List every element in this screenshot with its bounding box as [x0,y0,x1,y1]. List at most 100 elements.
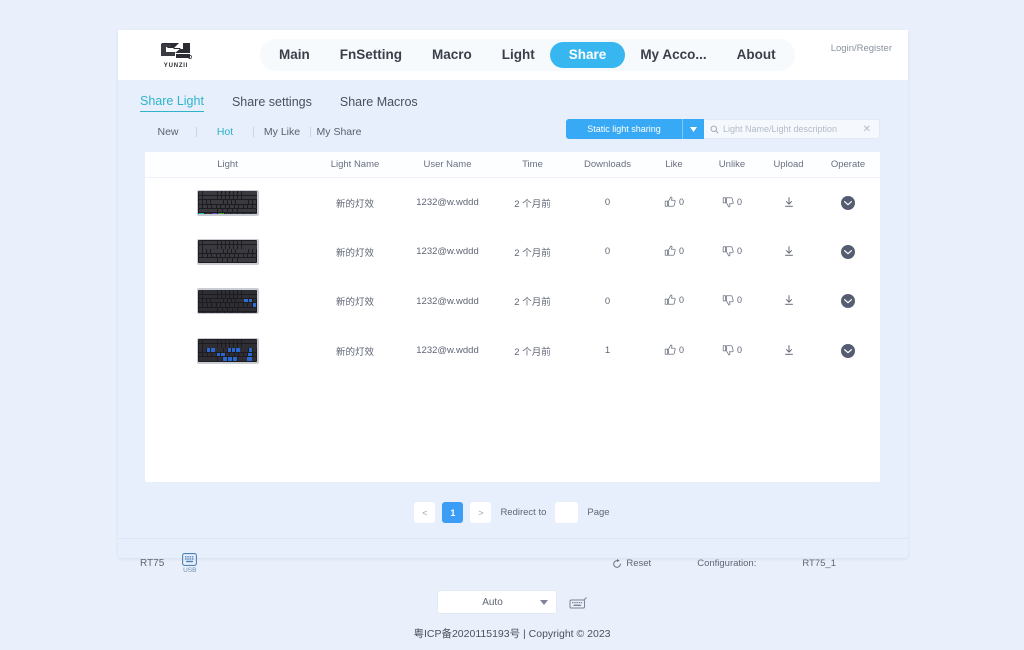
app-panel: YUNZII Main FnSetting Macro Light Share … [118,30,908,574]
thumbs-up-icon[interactable] [664,294,676,306]
keyboard-thumbnail[interactable] [196,189,259,216]
app-header: YUNZII Main FnSetting Macro Light Share … [118,30,908,80]
cell-upload[interactable] [761,326,816,376]
cell-like[interactable]: 0 [645,227,703,277]
nav-item-fnsetting[interactable]: FnSetting [325,42,417,68]
like-control[interactable]: 0 [664,196,684,208]
share-light-table-card: Light Light Name User Name Time Download… [145,152,880,482]
cell-unlike[interactable]: 0 [703,178,761,228]
pagination-prev-button[interactable]: < [414,502,436,523]
check-circle-icon[interactable] [841,244,855,259]
column-header-unlike: Unlike [703,152,761,178]
pagination-next-button[interactable]: > [470,502,492,523]
table-row[interactable]: 新的灯效 1232@w.wddd 2 个月前 0 0 0 [145,178,880,228]
download-icon[interactable] [783,196,795,208]
tab-share-light[interactable]: Share Light [140,94,204,112]
connection-indicator[interactable]: USB [182,553,198,574]
table-row[interactable]: 新的灯效 1232@w.wddd 2 个月前 1 0 0 [145,326,880,376]
tab-share-settings[interactable]: Share settings [232,95,312,112]
nav-item-my-account[interactable]: My Acco... [625,42,721,68]
thumbs-down-icon[interactable] [722,196,734,208]
unlike-count: 0 [736,196,742,207]
column-header-downloads: Downloads [570,152,645,178]
cell-operate[interactable] [816,178,880,228]
filter-my-like[interactable]: My Like [254,126,310,138]
chevron-down-icon [682,119,704,139]
table-header: Light Light Name User Name Time Download… [145,152,880,178]
cell-time-text: 2 个月前 [514,346,551,358]
like-control[interactable]: 0 [664,344,684,356]
filter-new[interactable]: New [140,126,196,138]
cell-operate[interactable] [816,227,880,277]
nav-item-about[interactable]: About [722,42,791,68]
filter-hot[interactable]: Hot [197,126,253,138]
reset-button[interactable]: Reset [612,558,651,569]
check-circle-icon[interactable] [841,343,855,358]
check-circle-icon[interactable] [841,294,855,309]
cell-time: 2 个月前 [495,227,570,277]
sharing-type-dropdown[interactable]: Static light sharing [566,119,704,139]
thumbs-down-icon[interactable] [722,245,734,257]
cell-like[interactable]: 0 [645,277,703,327]
filter-my-share[interactable]: My Share [311,126,367,138]
table-row[interactable]: 新的灯效 1232@w.wddd 2 个月前 0 0 0 [145,277,880,327]
download-icon[interactable] [783,245,795,257]
cell-upload[interactable] [761,277,816,327]
column-header-like: Like [645,152,703,178]
brand-logo[interactable]: YUNZII [130,41,222,69]
unlike-control[interactable]: 0 [722,245,742,257]
thumbs-up-icon[interactable] [664,344,676,356]
unlike-control[interactable]: 0 [722,344,742,356]
nav-item-share[interactable]: Share [549,42,626,68]
thumbs-down-icon[interactable] [722,294,734,306]
cell-time-text: 2 个月前 [514,247,551,259]
mode-select[interactable]: Auto [436,590,557,614]
login-register-link[interactable]: Login/Register [831,43,892,54]
download-icon[interactable] [783,294,795,306]
nav-item-light[interactable]: Light [487,42,550,68]
redirect-label: Redirect to [500,507,547,518]
cell-upload[interactable] [761,178,816,228]
cell-unlike[interactable]: 0 [703,227,761,277]
keyboard-thumbnail[interactable] [196,337,259,364]
cell-like[interactable]: 0 [645,178,703,228]
pagination-page-1[interactable]: 1 [442,502,464,523]
cell-unlike[interactable]: 0 [703,326,761,376]
tab-share-macros[interactable]: Share Macros [340,95,418,112]
check-circle-icon[interactable] [841,195,855,210]
cell-light-name-text: 新的灯效 [335,247,374,259]
like-control[interactable]: 0 [664,245,684,257]
like-count: 0 [678,196,684,207]
unlike-control[interactable]: 0 [722,294,742,306]
redirect-page-input[interactable] [555,502,579,523]
keyboard-thumbnail[interactable] [196,238,259,265]
cell-like[interactable]: 0 [645,326,703,376]
cell-light-name-text: 新的灯效 [335,297,374,309]
table-header-row: Light Light Name User Name Time Download… [145,152,880,178]
nav-item-macro[interactable]: Macro [417,42,487,68]
close-icon[interactable]: ✕ [861,124,873,135]
table-row[interactable]: 新的灯效 1232@w.wddd 2 个月前 0 0 0 [145,227,880,277]
download-icon[interactable] [783,344,795,356]
like-control[interactable]: 0 [664,294,684,306]
thumbs-up-icon[interactable] [664,196,676,208]
cell-user-name: 1232@w.wddd [400,326,495,376]
page-footer: Auto 粤ICP备2020115193号 | Copyright © 2023 [0,590,1024,641]
table-body: 新的灯效 1232@w.wddd 2 个月前 0 0 0 新的灯效 1232@w.wddd 2 … [145,178,880,376]
page-label: Page [587,507,610,518]
main-nav: Main FnSetting Macro Light Share My Acco… [260,39,795,71]
cell-unlike[interactable]: 0 [703,277,761,327]
nav-item-main[interactable]: Main [264,42,325,68]
status-bar-right: Reset Configuration: RT75_1 [612,558,836,569]
keyboard-thumbnail-image [198,339,257,363]
search-box[interactable]: ✕ [704,119,880,139]
unlike-control[interactable]: 0 [722,196,742,208]
cell-upload[interactable] [761,227,816,277]
thumbs-up-icon[interactable] [664,245,676,257]
keyboard-thumbnail[interactable] [196,288,259,315]
keyboard-icon[interactable] [569,595,588,610]
thumbs-down-icon[interactable] [722,344,734,356]
cell-operate[interactable] [816,326,880,376]
cell-operate[interactable] [816,277,880,327]
search-input[interactable] [723,124,861,134]
